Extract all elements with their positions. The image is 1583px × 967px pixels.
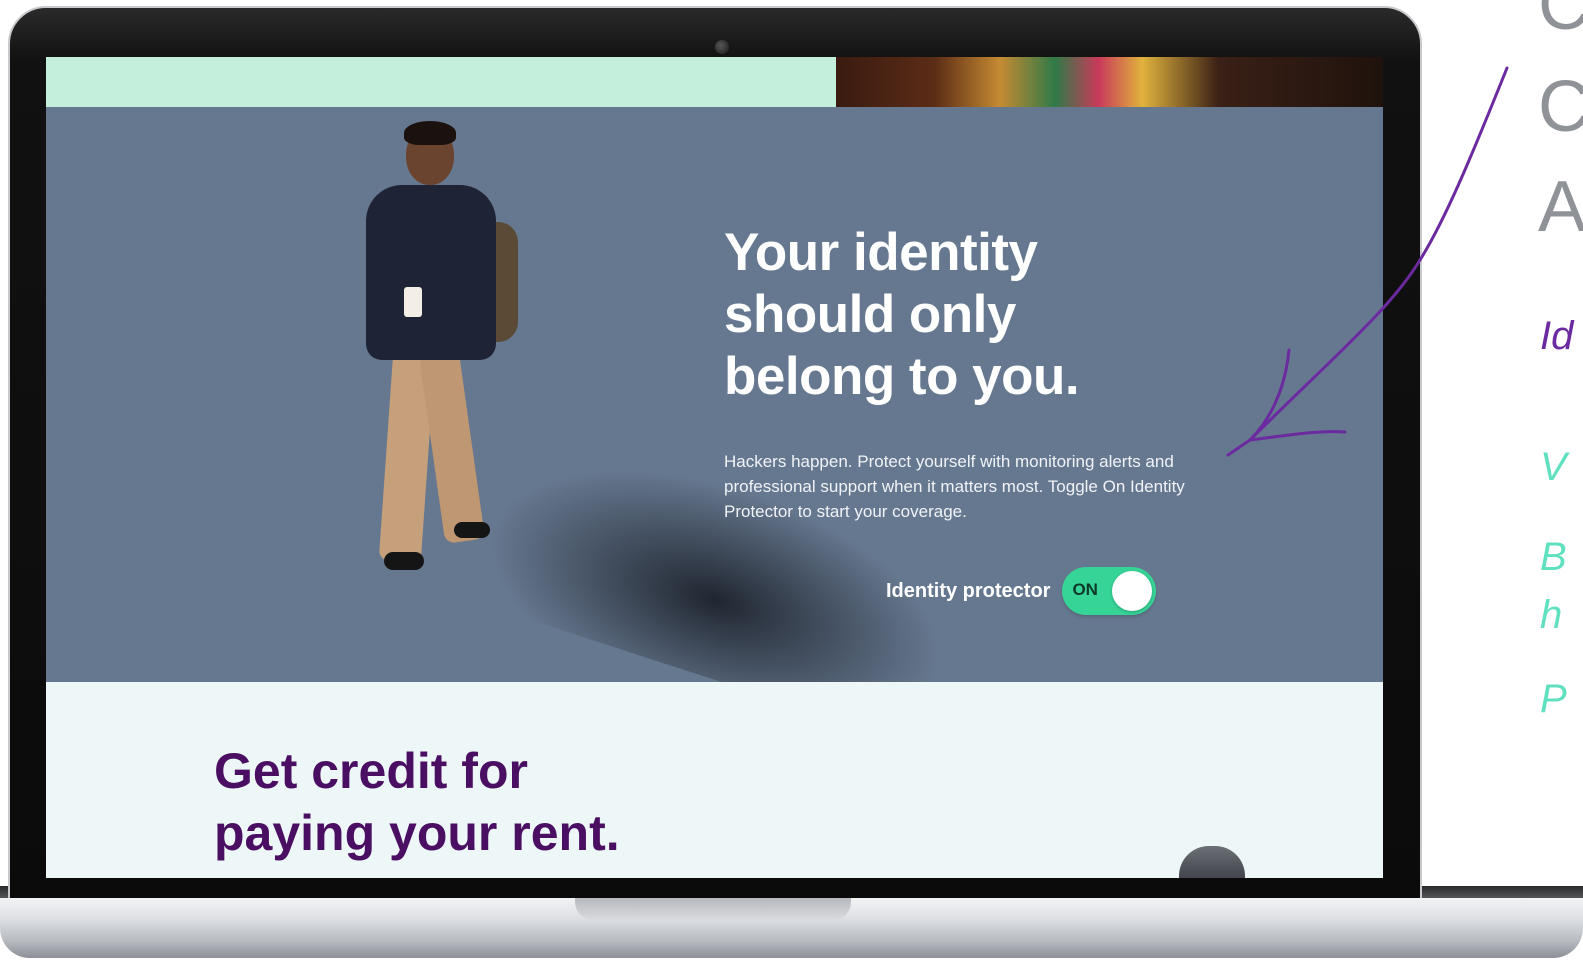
hero-headline: Your identity should only belong to you. (724, 222, 1144, 408)
identity-hero-section: Your identity should only belong to you.… (46, 107, 1383, 745)
toggle-state-text: ON (1072, 580, 1098, 599)
laptop-screen: Your identity should only belong to you.… (46, 57, 1383, 878)
headline-line: Your identity (724, 223, 1038, 282)
person-shoe (384, 552, 424, 570)
person-torso (366, 185, 496, 360)
laptop-notch (575, 898, 851, 920)
annotation-letter: A (1538, 167, 1583, 247)
person-photo (346, 121, 546, 607)
identity-protector-toggle[interactable]: ON (1062, 567, 1157, 615)
top-photo (836, 57, 1383, 107)
credit-title: Get credit for paying your rent. (214, 740, 734, 864)
headline-line: should only (724, 285, 1016, 344)
credit-title-line: paying your rent. (214, 805, 620, 861)
mint-top-strip (46, 57, 841, 107)
annotation-green-letter: h (1540, 593, 1563, 637)
camera-icon (715, 40, 729, 54)
person-hair (404, 121, 456, 145)
person-leg (418, 350, 486, 544)
credit-title-line: Get credit for (214, 743, 528, 799)
hero-body-text: Hackers happen. Protect yourself with mo… (724, 452, 1185, 521)
coffee-cup (404, 287, 422, 317)
toggle-knob (1112, 571, 1153, 611)
annotation-green-letter: P (1540, 677, 1567, 721)
identity-protector-toggle-row: Identity protector ON (886, 566, 1157, 616)
annotation-letter: C (1538, 67, 1583, 147)
lamp-photo (1179, 846, 1245, 878)
toggle-label: Identity protector (886, 579, 1051, 602)
canvas: Your identity should only belong to you.… (0, 0, 1583, 967)
annotation-purple-text: Id (1540, 314, 1574, 358)
headline-line: belong to you. (724, 347, 1080, 406)
person-shoe (454, 522, 490, 538)
annotation-green-letter: B (1540, 535, 1567, 579)
annotation-letter: C (1538, 0, 1583, 45)
annotation-green-letter: V (1540, 445, 1567, 489)
credit-section: Get credit for paying your rent. (46, 682, 1383, 878)
